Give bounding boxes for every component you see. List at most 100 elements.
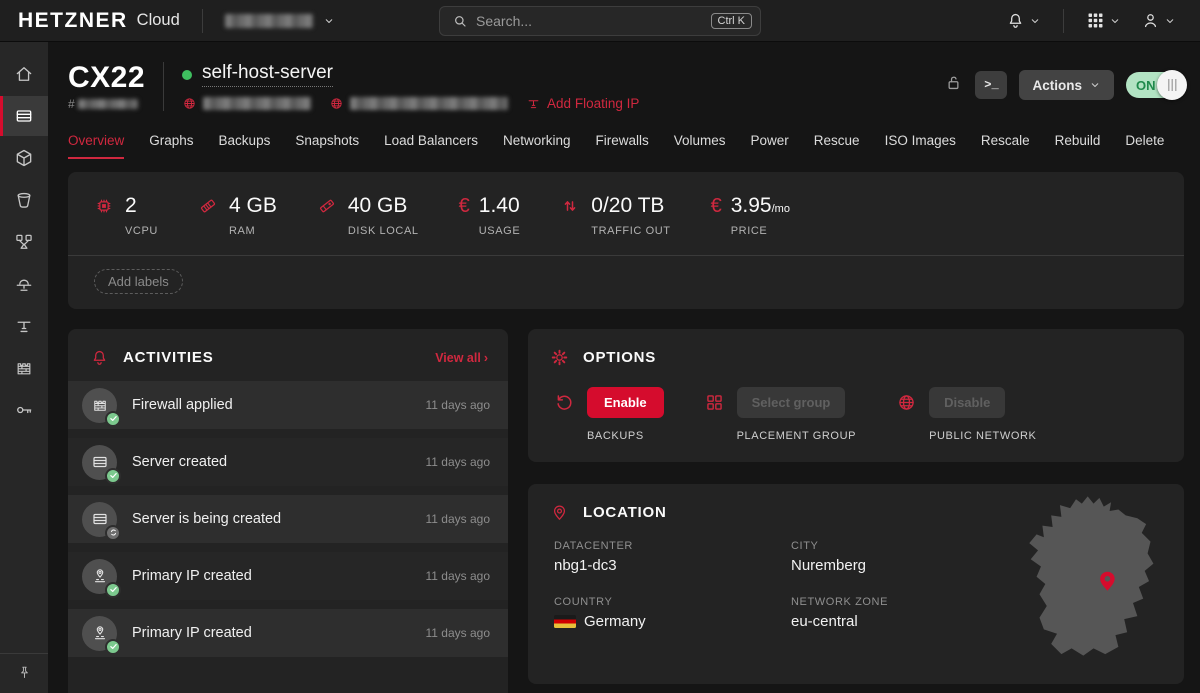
field-value: Germany — [584, 613, 646, 630]
server-type-block: CX22 # — [68, 62, 164, 111]
tab-load-balancers[interactable]: Load Balancers — [384, 133, 478, 159]
sidebar-item-security[interactable] — [0, 390, 48, 430]
view-all-label: View all — [435, 351, 481, 365]
activity-time: 11 days ago — [426, 512, 491, 526]
stat-ram: 4 GB RAM — [198, 194, 277, 237]
apps-menu[interactable] — [1080, 7, 1127, 34]
sidebar-item-floating-ips[interactable] — [0, 306, 48, 346]
select-group-button[interactable]: Select group — [737, 387, 846, 418]
power-state-label: ON — [1136, 78, 1156, 93]
tab-volumes[interactable]: Volumes — [674, 133, 726, 159]
activity-row[interactable]: Primary IP created 11 days ago — [68, 552, 508, 600]
tab-iso-images[interactable]: ISO Images — [885, 133, 956, 159]
ram-icon — [198, 196, 218, 216]
location-panel: LOCATION DATACENTER nbg1-dc3 CITY Nuremb… — [528, 484, 1184, 684]
lock-toggle[interactable] — [944, 73, 963, 97]
activity-text: Firewall applied — [132, 397, 233, 413]
tab-delete[interactable]: Delete — [1125, 133, 1164, 159]
power-toggle-handle[interactable] — [1157, 70, 1187, 100]
tab-rescue[interactable]: Rescue — [814, 133, 860, 159]
cpu-icon — [94, 196, 114, 216]
top-navbar: HETZNER Cloud Search... Ctrl K — [0, 0, 1200, 42]
view-all-link[interactable]: View all › — [435, 351, 488, 365]
ipv6-address[interactable] — [329, 96, 508, 111]
power-toggle[interactable]: ON — [1126, 72, 1184, 98]
firewall-icon — [91, 396, 109, 414]
stat-usage: € 1.40 USAGE — [459, 194, 521, 237]
sidebar-item-images[interactable] — [0, 138, 48, 178]
tab-overview[interactable]: Overview — [68, 133, 124, 159]
security-key-icon — [14, 400, 34, 420]
stat-label: USAGE — [479, 225, 521, 237]
field-city: CITY Nuremberg — [791, 540, 1031, 574]
tab-rescale[interactable]: Rescale — [981, 133, 1030, 159]
tab-power[interactable]: Power — [751, 133, 789, 159]
activity-row[interactable]: Primary IP created 11 days ago — [68, 609, 508, 657]
project-selector[interactable] — [225, 14, 335, 28]
location-title: LOCATION — [583, 504, 667, 521]
activity-avatar — [82, 616, 117, 651]
tab-backups[interactable]: Backups — [219, 133, 271, 159]
search-placeholder: Search... — [476, 13, 711, 29]
tab-networking[interactable]: Networking — [503, 133, 571, 159]
sidebar-item-load-balancers[interactable] — [0, 264, 48, 304]
tab-rebuild[interactable]: Rebuild — [1055, 133, 1101, 159]
activity-row[interactable]: Server is being created 11 days ago — [68, 495, 508, 543]
account-menu[interactable] — [1135, 7, 1182, 34]
server-id-redacted — [78, 99, 138, 109]
chevron-right-icon: › — [484, 351, 488, 365]
server-stats-panel: 2 VCPU 4 GB RAM 40 GB DISK LOCAL € 1.40 … — [68, 172, 1184, 309]
activity-time: 11 days ago — [426, 398, 491, 412]
tab-firewalls[interactable]: Firewalls — [595, 133, 648, 159]
enable-backups-button[interactable]: Enable — [587, 387, 664, 418]
activity-avatar — [82, 502, 117, 537]
stat-value: 0/20 TB — [591, 194, 664, 217]
activity-row[interactable]: Server created 11 days ago — [68, 438, 508, 486]
option-placement-group: Select group PLACEMENT GROUP — [704, 387, 856, 442]
server-name[interactable]: self-host-server — [202, 62, 333, 87]
activity-row[interactable]: Firewall applied 11 days ago — [68, 381, 508, 429]
stat-traffic: 0/20 TB TRAFFIC OUT — [560, 194, 670, 237]
stat-price: € 3.95/mo PRICE — [711, 194, 790, 237]
actions-button[interactable]: Actions — [1019, 70, 1114, 100]
placement-group-icon — [704, 392, 725, 413]
tab-snapshots[interactable]: Snapshots — [295, 133, 359, 159]
topbar-divider — [1063, 9, 1064, 33]
sidebar-item-firewalls[interactable] — [0, 348, 48, 388]
server-header-controls: >_ Actions ON — [944, 62, 1184, 100]
sidebar-pin-toggle[interactable] — [0, 653, 48, 693]
check-icon — [109, 642, 118, 651]
stat-value: 3.95 — [731, 194, 772, 217]
images-cube-icon — [14, 148, 34, 168]
ipv4-address[interactable] — [182, 96, 311, 111]
activity-time: 11 days ago — [426, 569, 491, 583]
console-button[interactable]: >_ — [975, 71, 1007, 99]
activity-text: Primary IP created — [132, 625, 252, 641]
labels-section: Add labels — [68, 255, 1184, 309]
sidebar-item-networks[interactable] — [0, 222, 48, 262]
sidebar-item-storage[interactable] — [0, 180, 48, 220]
home-icon — [14, 64, 34, 84]
search-input[interactable]: Search... Ctrl K — [439, 6, 761, 36]
hetzner-logo[interactable]: HETZNER — [18, 9, 128, 33]
germany-map — [1016, 492, 1174, 660]
notifications-menu[interactable] — [1000, 7, 1047, 34]
field-value: Nuremberg — [791, 557, 1031, 574]
add-labels-button[interactable]: Add labels — [94, 269, 183, 294]
status-badge — [105, 639, 121, 655]
stat-vcpu: 2 VCPU — [94, 194, 158, 237]
apps-grid-icon — [1086, 11, 1105, 30]
sidebar-item-servers[interactable] — [0, 96, 48, 136]
field-label: DATACENTER — [554, 540, 791, 552]
disable-public-network-button[interactable]: Disable — [929, 387, 1005, 418]
options-groups: Enable BACKUPS Select group PLACEMENT GR… — [528, 381, 1184, 442]
activities-title: ACTIVITIES — [123, 349, 214, 366]
floating-ips-icon — [14, 316, 34, 336]
tab-graphs[interactable]: Graphs — [149, 133, 193, 159]
add-floating-ip-link[interactable]: Add Floating IP — [526, 96, 639, 111]
bell-icon — [90, 348, 109, 367]
sidebar-item-home[interactable] — [0, 54, 48, 94]
account-icon — [1141, 11, 1160, 30]
activity-text: Server is being created — [132, 511, 281, 527]
ipv4-redacted — [203, 97, 311, 110]
